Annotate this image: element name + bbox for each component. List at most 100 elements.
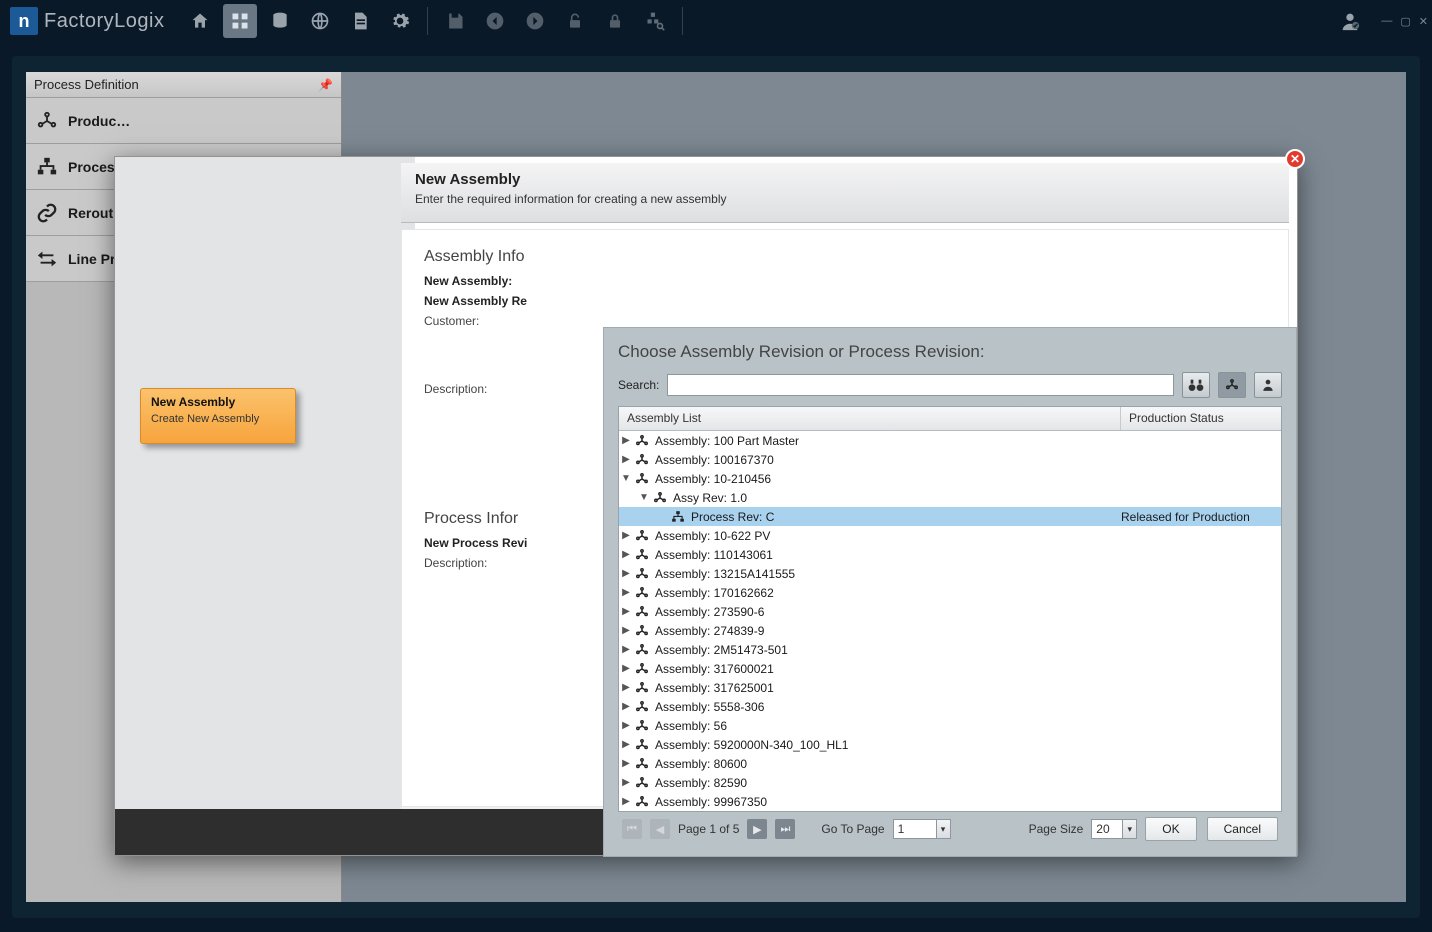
dialog-close-button[interactable]: ✕ [1285,149,1305,169]
tree-node-label: Assembly: 80600 [651,757,747,771]
dialog-header: New Assembly Enter the required informat… [401,163,1289,223]
tree-node-label: Assembly: 110143061 [651,548,773,562]
tree-node[interactable]: ▶Assembly: 13215A141555 [619,564,1281,583]
lock-icon[interactable] [598,4,632,38]
tree-node[interactable]: ▶Assembly: 56 [619,716,1281,735]
tree-node[interactable]: ▶Assembly: 273590-6 [619,602,1281,621]
tree-node[interactable]: ▶Assembly: 274839-9 [619,621,1281,640]
grid-body[interactable]: ▶Assembly: 100 Part Master▶Assembly: 100… [619,431,1281,811]
page-size-dropdown-icon[interactable]: ▾ [1123,819,1137,839]
window-restore-icon[interactable]: ▢ [1400,15,1410,28]
assembly-info-heading: Assembly Info [424,248,1266,266]
binoculars-icon[interactable] [1182,372,1210,398]
tree-node[interactable]: ▶Assembly: 99967350 [619,792,1281,811]
app-title: FactoryLogix [44,10,165,33]
sidebar-item-product[interactable]: Produc… [26,98,341,144]
tree-node[interactable]: ▶Assembly: 170162662 [619,583,1281,602]
tree-node-status: Released for Production [1121,510,1281,524]
column-production-status[interactable]: Production Status [1121,407,1281,430]
column-assembly-list[interactable]: Assembly List [619,407,1121,430]
window-minimize-icon[interactable]: — [1381,15,1392,28]
new-assembly-tooltip: New Assembly Create New Assembly [140,388,296,444]
tree-node[interactable]: ▼Assy Rev: 1.0 [619,488,1281,507]
person-filter-icon[interactable] [1254,372,1282,398]
tree-node-label: Assembly: 100 Part Master [651,434,799,448]
page-size-label: Page Size [1029,822,1084,836]
tree-node-label: Assembly: 317600021 [651,662,774,676]
new-assembly-label: New Assembly: [424,274,1266,288]
tree-node-label: Assembly: 274839-9 [651,624,764,638]
page-first-icon[interactable]: ⏮ [622,819,642,839]
tree-node[interactable]: ▼Assembly: 10-210456 [619,469,1281,488]
tree-node-label: Assembly: 5558-306 [651,700,764,714]
workspace: Process Definition 📌 Produc… Process… Re… [0,42,1432,932]
page-prev-icon[interactable]: ◀ [650,819,670,839]
asm-icon [633,662,651,676]
molecule-icon [36,110,58,132]
tree-node[interactable]: ▶Assembly: 82590 [619,773,1281,792]
page-info: Page 1 of 5 [678,822,739,836]
tree-node-label: Assembly: 56 [651,719,727,733]
asm-icon [633,567,651,581]
tree-node-label: Assembly: 317625001 [651,681,774,695]
find-assembly-icon[interactable] [638,4,672,38]
grid-icon[interactable] [223,4,257,38]
asm-icon [633,719,651,733]
goto-page-input[interactable]: 1 [893,819,937,839]
globe-icon[interactable] [303,4,337,38]
database-icon[interactable] [263,4,297,38]
app-bar: n FactoryLogix — ▢ ✕ [0,0,1432,42]
page-next-icon[interactable]: ▶ [747,819,767,839]
pin-icon[interactable]: 📌 [318,78,333,92]
app-logo: n [10,7,38,35]
document-icon[interactable] [343,4,377,38]
page-last-icon[interactable]: ⏭ [775,819,795,839]
assembly-filter-icon[interactable] [1218,372,1246,398]
tree-node[interactable]: ▶Assembly: 100 Part Master [619,431,1281,450]
revision-chooser: Choose Assembly Revision or Process Revi… [603,327,1297,857]
tree-node[interactable]: ▶Assembly: 80600 [619,754,1281,773]
user-icon[interactable] [1333,4,1367,38]
search-label: Search: [618,378,659,392]
tree-node-label: Assembly: 82590 [651,776,747,790]
tree-node-label: Assembly: 99967350 [651,795,767,809]
cancel-button[interactable]: Cancel [1207,817,1278,841]
tree-node[interactable]: ▶Assembly: 317600021 [619,659,1281,678]
tree-node-label: Assembly: 10-622 PV [651,529,770,543]
page-size-input[interactable]: 20 [1091,819,1123,839]
nav-back-icon[interactable] [478,4,512,38]
toolbar-separator [427,7,428,35]
asm-icon [633,434,651,448]
tree-node-label: Assembly: 5920000N-340_100_HL1 [651,738,848,752]
asm-icon [633,681,651,695]
chooser-title: Choose Assembly Revision or Process Revi… [618,342,1282,362]
tree-node[interactable]: ▶Assembly: 100167370 [619,450,1281,469]
asm-icon [633,643,651,657]
ok-button[interactable]: OK [1145,817,1196,841]
tree-node[interactable]: ▶Assembly: 10-622 PV [619,526,1281,545]
window-close-icon[interactable]: ✕ [1419,15,1428,28]
tree-node-label: Assembly: 273590-6 [651,605,764,619]
nav-forward-icon[interactable] [518,4,552,38]
tree-node[interactable]: Process Rev: C Released for Production [619,507,1281,526]
tree-node-label: Process Rev: C [687,510,774,524]
main-toolbar [183,4,687,38]
tree-node[interactable]: ▶Assembly: 2M51473-501 [619,640,1281,659]
toolbar-separator [682,7,683,35]
dialog-title: New Assembly [415,171,1275,188]
gear-icon[interactable] [383,4,417,38]
home-icon[interactable] [183,4,217,38]
tree-node[interactable]: ▶Assembly: 110143061 [619,545,1281,564]
tooltip-subtitle: Create New Assembly [151,413,285,425]
search-input[interactable] [667,374,1174,396]
tree-node[interactable]: ▶Assembly: 5558-306 [619,697,1281,716]
tree-node[interactable]: ▶Assembly: 5920000N-340_100_HL1 [619,735,1281,754]
workspace-inner: Process Definition 📌 Produc… Process… Re… [12,56,1420,918]
dialog-accent [115,157,415,855]
save-icon[interactable] [438,4,472,38]
tree-node[interactable]: ▶Assembly: 317625001 [619,678,1281,697]
panel-title: Process Definition 📌 [26,72,341,98]
unlock-icon[interactable] [558,4,592,38]
goto-page-dropdown-icon[interactable]: ▾ [937,819,951,839]
asm-icon [633,453,651,467]
